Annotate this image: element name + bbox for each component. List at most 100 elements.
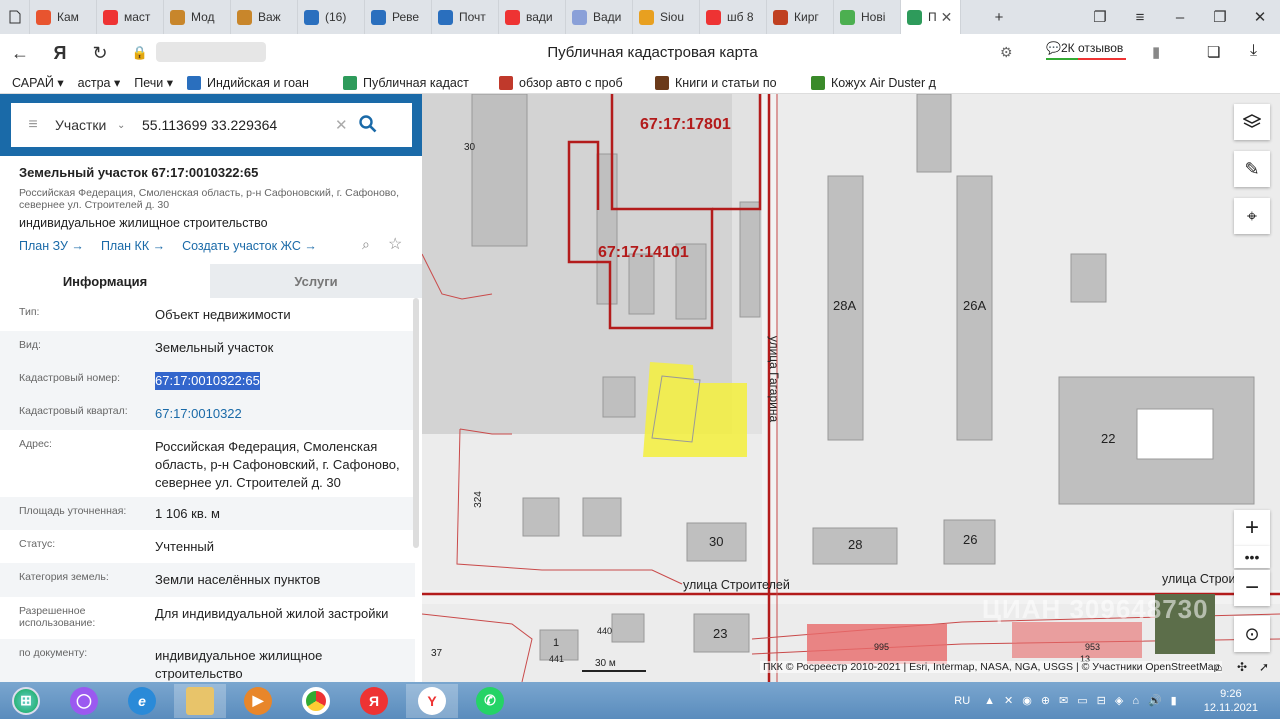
create-parcel-link[interactable]: Создать участок ЖС → [182, 239, 317, 253]
circle-icon [639, 9, 654, 25]
hamburger-icon[interactable]: ≡ [11, 116, 55, 134]
info-row: Адрес: Российская Федерация, Смоленская о… [0, 430, 415, 497]
start-button[interactable]: ⊞ [0, 684, 52, 718]
street-label-stroiteley: улица Строителей [683, 578, 790, 592]
browser-tab[interactable]: (16) [298, 0, 365, 34]
info-row-label: Адрес: [19, 438, 52, 450]
tray-icons[interactable]: ▲✕◉⊕✉▭⊟◈⌂🔊▮ [984, 694, 1186, 707]
media-player-icon[interactable]: ▶ [232, 684, 284, 718]
menu-icon[interactable]: ≡ [1120, 0, 1160, 34]
bookmark-item[interactable]: обзор авто с проб [499, 75, 641, 90]
browser-tab[interactable]: Нові [834, 0, 901, 34]
locate-button[interactable]: ⌖ [1234, 198, 1270, 234]
grid-icon [840, 9, 855, 25]
browser-tab[interactable]: шб 8 [700, 0, 767, 34]
zoom-in-button[interactable]: + [1234, 510, 1270, 546]
bookmark-item[interactable]: Публичная кадаст [343, 75, 485, 90]
parcel-label-14101: 67:17:14101 [598, 244, 689, 261]
browser-tab[interactable]: вади [499, 0, 566, 34]
browser-tab-strip: Кам маст Мод Важ (16) Реве Почт вади Вади Siou шб … [0, 0, 1280, 34]
browser-tab[interactable]: Siou [633, 0, 700, 34]
lock-icon[interactable]: 🔒 [120, 34, 160, 72]
bookmark-item[interactable]: Индийская и гоан [187, 75, 329, 90]
bookmark-icon [655, 75, 670, 90]
browser-tab[interactable]: Важ [231, 0, 298, 34]
extension-icon[interactable]: ⚙ [1000, 44, 1013, 61]
search-doc-icon[interactable]: ⌕ [362, 236, 370, 253]
language-indicator[interactable]: RU [954, 695, 970, 707]
browser-tab[interactable]: Кам [30, 0, 97, 34]
reload-button[interactable]: ↻ [80, 34, 120, 72]
info-row-value[interactable]: 67:17:0010322:65 [155, 372, 260, 390]
chevron-down-icon[interactable]: ⌄ [117, 120, 140, 131]
browser-tab[interactable]: Реве [365, 0, 432, 34]
url-field[interactable] [156, 42, 266, 62]
alice-icon[interactable]: ◯ [58, 684, 110, 718]
yandex-browser-icon[interactable]: Я [348, 684, 400, 718]
bookmark-label: Печи ▾ [134, 76, 174, 90]
parcel-use: индивидуальное жилищное строительство [19, 216, 268, 230]
clear-icon[interactable]: ✕ [335, 116, 359, 134]
close-window-button[interactable]: ✕ [1240, 0, 1280, 34]
bookmark-item[interactable]: Печи ▾ [134, 75, 173, 90]
street-label-stroiteley-2: улица Строи [1162, 572, 1236, 586]
browser-tab[interactable]: Кирг [767, 0, 834, 34]
bookmark-label: САРАЙ ▾ [12, 76, 64, 90]
collections-add-icon[interactable]: ❏ [1207, 43, 1220, 61]
more-button[interactable]: ••• [1234, 546, 1270, 568]
explorer-icon[interactable] [174, 683, 226, 718]
bookmark-item[interactable]: Кожух Air Duster д [811, 75, 953, 90]
search-icon[interactable] [359, 114, 389, 136]
search-input[interactable]: 55.113699 33.229364 [140, 117, 335, 133]
clock[interactable]: 9:26 12.11.2021 [1204, 687, 1258, 715]
flame-icon [36, 9, 51, 25]
download-icon[interactable]: ⤓ [1250, 42, 1257, 60]
info-row-label: Вид: [19, 339, 41, 351]
back-button[interactable]: ← [0, 34, 40, 72]
bookmark-icon[interactable]: ▮ [1152, 43, 1160, 61]
system-tray: RU ▲✕◉⊕✉▭⊟◈⌂🔊▮ 9:26 12.11.2021 [954, 682, 1280, 719]
new-tab-button[interactable]: + [979, 0, 1019, 34]
minimize-button[interactable]: – [1160, 0, 1200, 34]
panel-scrollbar[interactable] [413, 298, 419, 548]
map-canvas[interactable]: 67:17:17801 67:17:14101 30 28А 26А 22 32… [422, 94, 1280, 682]
layers-button[interactable] [1234, 104, 1270, 140]
plan-zu-link[interactable]: План ЗУ → [19, 239, 84, 253]
nav-icon[interactable]: ➚ [1259, 660, 1269, 674]
ie-icon[interactable]: e [116, 684, 168, 718]
info-row-label: Тип: [19, 306, 40, 318]
page-icon[interactable] [0, 0, 30, 34]
browser-tab[interactable]: маст [97, 0, 164, 34]
info-row-value: Для индивидуальной жилой застройки [155, 606, 389, 621]
yandex-icon[interactable]: Y [406, 683, 458, 718]
browser-tab[interactable]: Вади [566, 0, 633, 34]
tab-services[interactable]: Услуги [210, 264, 422, 298]
bookmark-item[interactable]: САРАЙ ▾ [12, 75, 64, 90]
search-mode-select[interactable]: Участки [55, 117, 117, 133]
tab-information[interactable]: Информация [0, 264, 210, 298]
ruler-button[interactable]: ✎ [1234, 151, 1270, 187]
collections-icon[interactable]: ❐ [1080, 0, 1120, 34]
info-row-value[interactable]: 67:17:0010322 [155, 405, 410, 430]
bookmark-label: Индийская и гоан [207, 75, 309, 90]
chrome-icon[interactable] [290, 684, 342, 718]
browser-tab[interactable]: Мод [164, 0, 231, 34]
compass-button[interactable]: ⊙ [1234, 616, 1270, 652]
zoom-out-button[interactable]: − [1234, 570, 1270, 606]
share-icon[interactable]: ✣ [1237, 660, 1247, 674]
bookmark-item[interactable]: астра ▾ [78, 75, 121, 90]
plan-kk-link[interactable]: План КК → [101, 239, 165, 253]
star-icon[interactable]: ☆ [388, 234, 402, 254]
browser-tab[interactable]: П ✕ [901, 0, 961, 34]
yandex-home-button[interactable]: Я [40, 34, 80, 72]
close-tab-icon[interactable]: ✕ [941, 9, 953, 26]
info-row-value: Российская Федерация, Смоленская область… [155, 439, 400, 490]
bookmark-item[interactable]: Книги и статьи по [655, 75, 797, 90]
info-row-value: Объект недвижимости [155, 307, 291, 322]
restore-button[interactable]: ❐ [1200, 0, 1240, 34]
home-icon[interactable]: ⌂ [1215, 660, 1222, 674]
yandex-icon [103, 9, 118, 25]
browser-tab[interactable]: Почт [432, 0, 499, 34]
whatsapp-icon[interactable]: ✆ [464, 684, 516, 718]
reviews-button[interactable]: 💬2К отзывов [1046, 41, 1126, 60]
